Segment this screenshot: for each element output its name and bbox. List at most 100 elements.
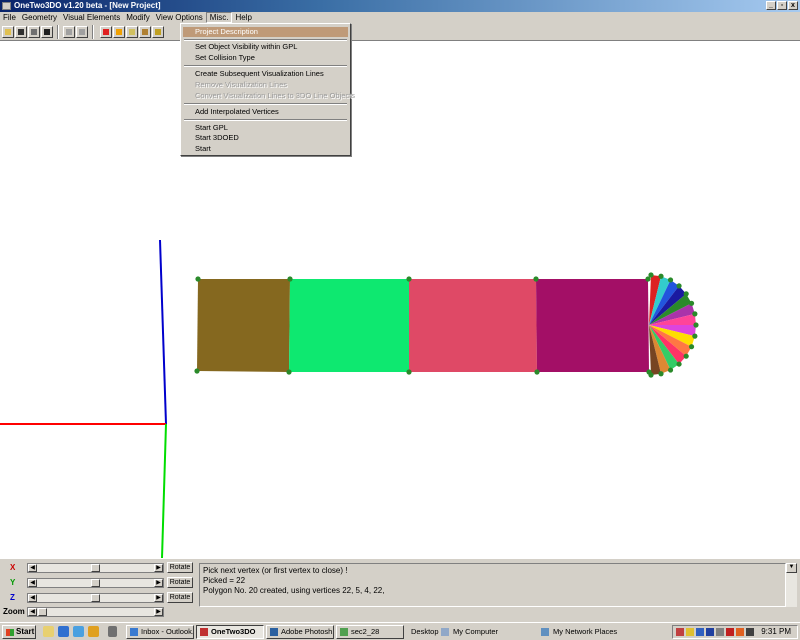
vertex-marker[interactable] xyxy=(195,276,201,282)
minimize-button[interactable]: _ xyxy=(766,1,776,10)
vertex-marker[interactable] xyxy=(676,283,682,289)
slider-left-arrow-icon[interactable]: ◀ xyxy=(28,608,37,616)
zoom-slider[interactable]: ◀ ▶ xyxy=(27,607,164,617)
vertex-marker[interactable] xyxy=(287,276,293,282)
vertex-marker[interactable] xyxy=(683,353,689,359)
console-scrollbar[interactable]: ▲ ▼ xyxy=(786,563,797,607)
rotate-z-button[interactable]: Rotate xyxy=(167,592,193,603)
menu-help[interactable]: Help xyxy=(232,12,254,23)
task-sec2-28[interactable]: sec2_28 xyxy=(336,625,404,639)
menu-item-project-description[interactable]: Project Description xyxy=(183,27,348,37)
vertex-marker[interactable] xyxy=(406,369,412,375)
polygon-4[interactable] xyxy=(536,279,649,372)
menu-visual-elements[interactable]: Visual Elements xyxy=(60,12,123,23)
redo-button[interactable] xyxy=(76,26,88,38)
slider-thumb[interactable] xyxy=(91,564,100,572)
network-places-link[interactable]: My Network Places xyxy=(541,625,617,639)
slider-right-arrow-icon[interactable]: ▶ xyxy=(154,579,163,587)
title-bar[interactable]: OneTwo3DO v1.20 beta - [New Project] _ ▫… xyxy=(0,0,800,12)
vertex-marker[interactable] xyxy=(692,311,698,317)
menu-file[interactable]: File xyxy=(0,12,19,23)
tray-misc-icon[interactable] xyxy=(746,628,754,636)
my-computer-link[interactable]: My Computer xyxy=(441,625,498,639)
tray-speaker-icon[interactable] xyxy=(686,628,694,636)
disk-button[interactable] xyxy=(41,26,53,38)
menu-item-start[interactable]: Start xyxy=(183,144,348,154)
vertex-marker[interactable] xyxy=(648,372,654,378)
polygon-3[interactable] xyxy=(409,279,537,372)
slider-thumb[interactable] xyxy=(38,608,47,616)
app-icon[interactable] xyxy=(2,2,11,10)
slider-right-arrow-icon[interactable]: ▶ xyxy=(154,564,163,572)
vertex-marker[interactable] xyxy=(688,300,695,306)
tray-app-icon[interactable] xyxy=(676,628,684,636)
menu-item-set-object-visibility[interactable]: Set Object Visibility within GPL xyxy=(183,42,348,52)
menu-item-add-interpolated-vertices[interactable]: Add Interpolated Vertices xyxy=(183,107,348,117)
menu-geometry[interactable]: Geometry xyxy=(19,12,60,23)
polygon-2[interactable] xyxy=(289,279,409,372)
undo-button[interactable] xyxy=(63,26,75,38)
outlook-express-icon[interactable] xyxy=(73,626,84,637)
vertex-marker[interactable] xyxy=(533,276,539,282)
viewport-3d[interactable] xyxy=(0,41,800,558)
menu-view-options[interactable]: View Options xyxy=(153,12,206,23)
polygon-tool-button[interactable] xyxy=(126,26,138,38)
line-tool-button[interactable] xyxy=(113,26,125,38)
tray-update-icon[interactable] xyxy=(736,628,744,636)
vertex-marker[interactable] xyxy=(676,361,682,367)
vertex-marker[interactable] xyxy=(658,371,664,377)
media-player-icon[interactable] xyxy=(88,626,99,637)
menu-item-start-gpl[interactable]: Start GPL xyxy=(183,123,348,133)
internet-explorer-icon[interactable] xyxy=(58,626,69,637)
vertex-marker[interactable] xyxy=(667,367,674,373)
slider-left-arrow-icon[interactable]: ◀ xyxy=(28,579,37,587)
message-console[interactable]: Pick next vertex (or first vertex to clo… xyxy=(199,563,786,607)
vertex-marker[interactable] xyxy=(667,277,674,283)
copy-button[interactable] xyxy=(28,26,40,38)
polygon-1[interactable] xyxy=(197,279,290,372)
vertex-marker[interactable] xyxy=(406,276,412,282)
menu-misc[interactable]: Misc. xyxy=(205,12,233,23)
menu-item-create-visualization-lines[interactable]: Create Subsequent Visualization Lines xyxy=(183,69,348,79)
slider-left-arrow-icon[interactable]: ◀ xyxy=(28,564,37,572)
rotate-y-button[interactable]: Rotate xyxy=(167,577,193,588)
rotate-x-button[interactable]: Rotate xyxy=(167,562,193,573)
quick-launch-chevron-icon[interactable] xyxy=(108,626,117,637)
vertex-marker[interactable] xyxy=(648,272,654,278)
tray-antivirus-icon[interactable] xyxy=(726,628,734,636)
vertex-marker[interactable] xyxy=(286,369,292,375)
open-button[interactable] xyxy=(2,26,14,38)
vertex-marker[interactable] xyxy=(683,291,689,297)
show-desktop-icon[interactable] xyxy=(43,626,54,637)
scroll-down-arrow-icon[interactable]: ▼ xyxy=(786,563,797,573)
task-outlook[interactable]: Inbox - Outlook... xyxy=(126,625,194,639)
tray-network-icon[interactable] xyxy=(696,628,704,636)
vertex-marker[interactable] xyxy=(688,344,695,350)
vertex-marker[interactable] xyxy=(534,369,540,375)
vertex-marker[interactable] xyxy=(692,333,698,339)
restore-button[interactable]: ▫ xyxy=(777,1,787,10)
desktop-toolbar[interactable]: Desktop xyxy=(408,625,439,639)
vertex-marker[interactable] xyxy=(194,368,200,374)
menu-item-start-3doed[interactable]: Start 3DOED xyxy=(183,133,348,143)
close-button[interactable]: x xyxy=(788,1,798,10)
x-rotation-slider[interactable]: ◀ ▶ xyxy=(27,563,164,573)
y-rotation-slider[interactable]: ◀ ▶ xyxy=(27,578,164,588)
slider-right-arrow-icon[interactable]: ▶ xyxy=(154,594,163,602)
z-rotation-slider[interactable]: ◀ ▶ xyxy=(27,593,164,603)
vertex-marker[interactable] xyxy=(693,322,699,328)
save-button[interactable] xyxy=(15,26,27,38)
task-photoshop[interactable]: Adobe Photosh... xyxy=(266,625,334,639)
object-tool-button[interactable] xyxy=(139,26,151,38)
slider-thumb[interactable] xyxy=(91,579,100,587)
vertex-marker[interactable] xyxy=(658,273,664,279)
vertex-tool-button[interactable] xyxy=(100,26,112,38)
task-onetwo3do[interactable]: OneTwo3DO xyxy=(196,625,264,639)
slider-left-arrow-icon[interactable]: ◀ xyxy=(28,594,37,602)
tray-printer-icon[interactable] xyxy=(716,628,724,636)
menu-item-set-collision-type[interactable]: Set Collision Type xyxy=(183,53,348,63)
start-button[interactable]: Start xyxy=(2,625,36,639)
slider-right-arrow-icon[interactable]: ▶ xyxy=(154,608,163,616)
polygon-fan[interactable] xyxy=(649,275,696,375)
slider-thumb[interactable] xyxy=(91,594,100,602)
